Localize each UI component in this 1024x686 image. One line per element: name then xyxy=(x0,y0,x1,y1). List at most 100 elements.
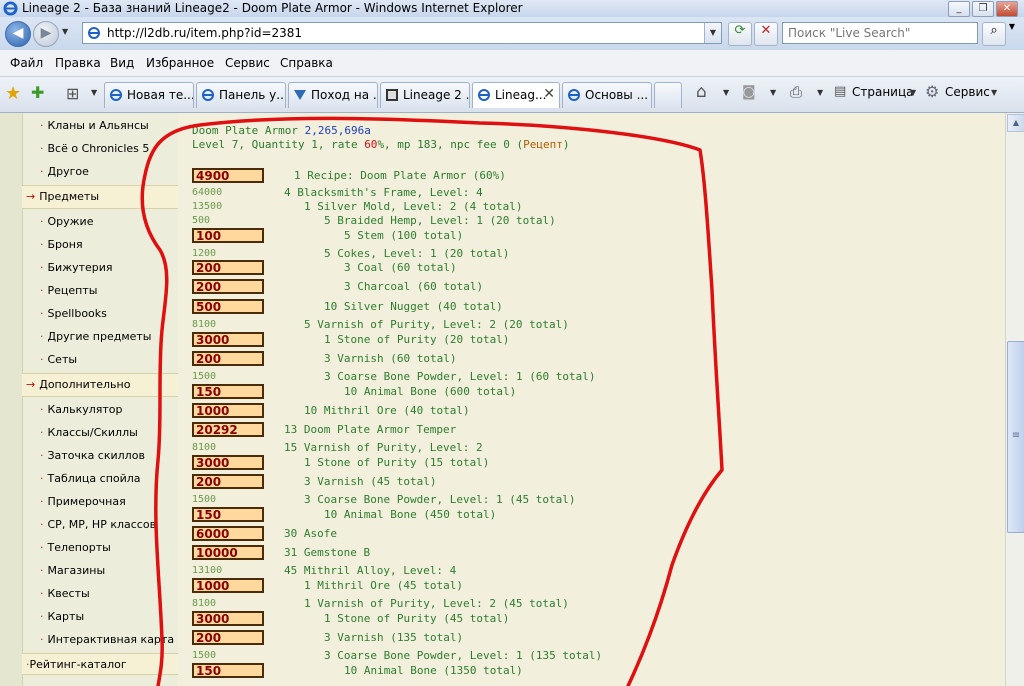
material-item[interactable]: 10 Animal Bone (1350 total) xyxy=(344,664,523,677)
material-item[interactable]: 3 Coal (60 total) xyxy=(344,261,457,274)
material-item[interactable]: 4 Blacksmith's Frame, Level: 4 xyxy=(284,186,483,199)
material-item[interactable]: 10 Animal Bone (600 total) xyxy=(344,385,516,398)
nav-link-chronicles[interactable]: · Всё о Chronicles 5 xyxy=(40,142,149,155)
material-item[interactable]: 15 Varnish of Purity, Level: 2 xyxy=(284,441,483,454)
recent-pages-dropdown-icon[interactable]: ▼ xyxy=(62,27,68,36)
material-item[interactable]: 10 Mithril Ore (40 total) xyxy=(304,404,470,417)
back-button[interactable]: ◀ xyxy=(5,21,31,47)
material-item[interactable]: 1 Varnish of Purity, Level: 2 (45 total) xyxy=(304,597,569,610)
search-icon[interactable]: ⌕ xyxy=(982,22,1006,46)
nav-link-spellbooks[interactable]: · Spellbooks xyxy=(40,307,107,320)
search-options-dropdown-icon[interactable]: ▼ xyxy=(1004,22,1020,44)
nav-link-sets[interactable]: · Сеты xyxy=(40,353,77,366)
nav-section-items[interactable]: → Предметы xyxy=(22,185,178,209)
tab-list-dropdown-icon[interactable]: ▼ xyxy=(91,88,97,97)
search-input[interactable]: Поиск "Live Search" xyxy=(782,22,978,44)
nav-link-other-items[interactable]: · Другие предметы xyxy=(40,330,151,343)
material-item[interactable]: 1 Recipe: Doom Plate Armor (60%) xyxy=(294,169,506,182)
address-dropdown-icon[interactable]: ▼ xyxy=(704,23,721,43)
material-item[interactable]: 5 Varnish of Purity, Level: 2 (20 total) xyxy=(304,318,569,331)
close-tab-icon[interactable]: ✕ xyxy=(543,86,555,102)
address-field[interactable]: http://l2db.ru/item.php?id=2381 ▼ xyxy=(82,22,722,44)
feeds-dropdown-icon[interactable]: ▼ xyxy=(770,88,776,97)
vertical-scrollbar[interactable]: ▲ ≡ xyxy=(1005,113,1024,686)
material-item[interactable]: 1 Stone of Purity (20 total) xyxy=(324,333,509,346)
material-item[interactable]: 30 Asofe xyxy=(284,527,337,540)
nav-link-calculator[interactable]: · Калькулятор xyxy=(40,403,123,416)
nav-section-extra[interactable]: → Дополнительно xyxy=(22,373,178,397)
menu-file[interactable]: Файл xyxy=(10,56,43,70)
material-item[interactable]: 31 Gemstone B xyxy=(284,546,370,559)
material-item[interactable]: 1 Stone of Purity (45 total) xyxy=(324,612,509,625)
material-item[interactable]: 5 Braided Hemp, Level: 1 (20 total) xyxy=(324,214,556,227)
nav-link-spoil-table[interactable]: · Таблица спойла xyxy=(40,472,141,485)
material-item[interactable]: 3 Coarse Bone Powder, Level: 1 (135 tota… xyxy=(324,649,602,662)
nav-link-cp-mp-hp[interactable]: · CP, MP, HP классов xyxy=(40,518,156,531)
nav-link-quests[interactable]: · Квесты xyxy=(40,587,90,600)
menu-view[interactable]: Вид xyxy=(110,56,134,70)
nav-link-interactive-map[interactable]: · Интерактивная карта xyxy=(40,633,174,646)
nav-link-enchant-skills[interactable]: · Заточка скиллов xyxy=(40,449,145,462)
scroll-up-icon[interactable]: ▲ xyxy=(1007,114,1024,132)
nav-link-armor[interactable]: · Броня xyxy=(40,238,83,251)
tab-lineage-active[interactable]: Lineag... ✕ xyxy=(472,82,560,108)
tools-menu-button[interactable]: Сервис xyxy=(945,85,990,99)
nav-link-weapons[interactable]: · Оружие xyxy=(40,215,93,228)
scroll-thumb[interactable]: ≡ xyxy=(1007,341,1024,533)
print-icon[interactable]: ⎙ xyxy=(790,83,802,101)
tab-pokhod[interactable]: Поход на ... xyxy=(288,82,378,108)
close-window-button[interactable]: ✕ xyxy=(996,1,1018,17)
material-item[interactable]: 1 Mithril Ore (45 total) xyxy=(304,579,463,592)
nav-link-other[interactable]: · Другое xyxy=(40,165,89,178)
forward-button[interactable]: ▶ xyxy=(33,21,59,47)
tab-new[interactable]: Новая те... xyxy=(104,82,194,108)
home-dropdown-icon[interactable]: ▼ xyxy=(723,88,729,97)
nav-link-recipes[interactable]: · Рецепты xyxy=(40,284,97,297)
nav-link-jewelry[interactable]: · Бижутерия xyxy=(40,261,113,274)
minimize-button[interactable]: _ xyxy=(948,1,970,17)
maximize-button[interactable]: ❐ xyxy=(972,1,994,17)
new-tab-button[interactable] xyxy=(654,82,682,108)
home-icon[interactable]: ⌂ xyxy=(696,82,707,102)
nav-link-clans[interactable]: · Кланы и Альянсы xyxy=(40,119,149,132)
window-titlebar[interactable]: Lineage 2 - База знаний Lineage2 - Doom … xyxy=(0,0,1024,18)
refresh-button[interactable]: ⟳ xyxy=(728,22,752,46)
material-item[interactable]: 3 Varnish (45 total) xyxy=(304,475,436,488)
material-item[interactable]: 5 Cokes, Level: 1 (20 total) xyxy=(324,247,509,260)
feeds-icon[interactable]: ◙ xyxy=(742,84,756,100)
tab-osnovy[interactable]: Основы ... xyxy=(562,82,652,108)
tools-dropdown-icon[interactable]: ▼ xyxy=(991,88,997,97)
material-item[interactable]: 3 Varnish (135 total) xyxy=(324,631,463,644)
material-item[interactable]: 3 Varnish (60 total) xyxy=(324,352,456,365)
nav-section-rating[interactable]: ·Рейтинг-каталог xyxy=(22,653,178,675)
stop-button[interactable]: ✕ xyxy=(754,22,778,46)
quick-tabs-icon[interactable]: ⊞ xyxy=(66,84,79,103)
material-item[interactable]: 1 Silver Mold, Level: 2 (4 total) xyxy=(304,200,523,213)
nav-link-teleports[interactable]: · Телепорты xyxy=(40,541,111,554)
tab-lineage2[interactable]: Lineage 2 ... xyxy=(380,82,470,108)
nav-link-maps[interactable]: · Карты xyxy=(40,610,84,623)
menu-help[interactable]: Справка xyxy=(280,56,333,70)
recipe-link[interactable]: Рецепт xyxy=(523,138,563,151)
menu-tools[interactable]: Сервис xyxy=(225,56,270,70)
tab-panel[interactable]: Панель у... xyxy=(196,82,286,108)
nav-link-shops[interactable]: · Магазины xyxy=(40,564,105,577)
menu-favorites[interactable]: Избранное xyxy=(146,56,214,70)
material-item[interactable]: 1 Stone of Purity (15 total) xyxy=(304,456,489,469)
print-dropdown-icon[interactable]: ▼ xyxy=(817,88,823,97)
material-item[interactable]: 10 Silver Nugget (40 total) xyxy=(324,300,503,313)
material-item[interactable]: 13 Doom Plate Armor Temper xyxy=(284,423,456,436)
favorites-star-icon[interactable]: ★ xyxy=(5,83,21,104)
material-item[interactable]: 45 Mithril Alloy, Level: 4 xyxy=(284,564,456,577)
material-item[interactable]: 5 Stem (100 total) xyxy=(344,229,463,242)
material-item[interactable]: 10 Animal Bone (450 total) xyxy=(324,508,496,521)
material-item[interactable]: 3 Coarse Bone Powder, Level: 1 (60 total… xyxy=(324,370,596,383)
material-item[interactable]: 3 Coarse Bone Powder, Level: 1 (45 total… xyxy=(304,493,576,506)
menu-edit[interactable]: Правка xyxy=(55,56,101,70)
add-favorite-icon[interactable]: ✚ xyxy=(31,83,44,102)
page-dropdown-icon[interactable]: ▼ xyxy=(910,88,916,97)
nav-link-fitting[interactable]: · Примерочная xyxy=(40,495,126,508)
nav-link-classes[interactable]: · Классы/Скиллы xyxy=(40,426,138,439)
page-menu-button[interactable]: Страница xyxy=(852,85,914,99)
material-item[interactable]: 3 Charcoal (60 total) xyxy=(344,280,483,293)
